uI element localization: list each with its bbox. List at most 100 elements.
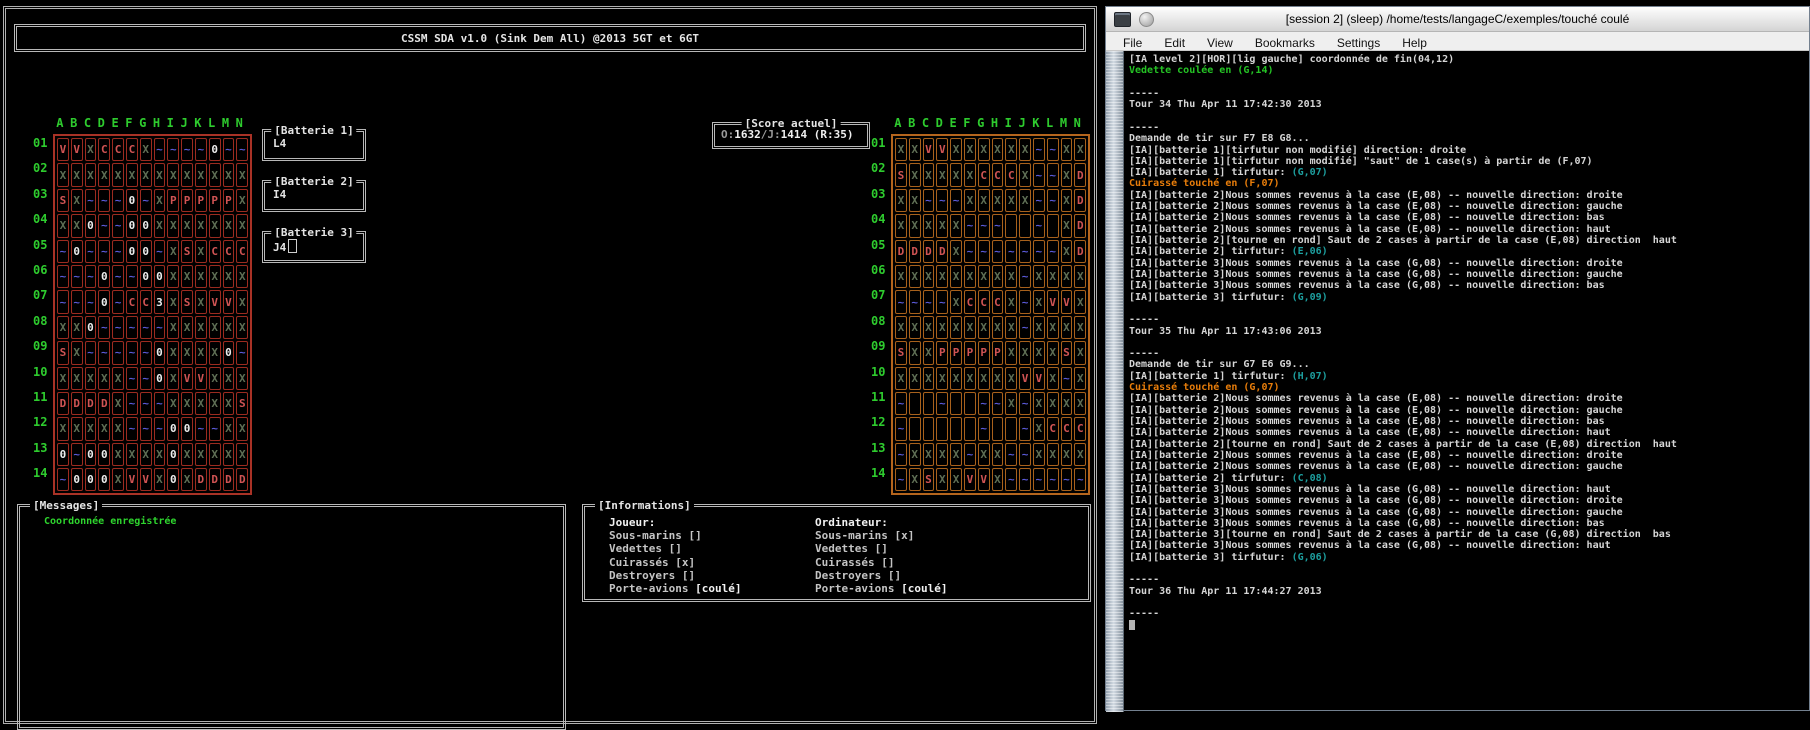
grid-cell: ~ [1005, 443, 1017, 466]
grid-cell: X [1074, 341, 1086, 364]
grid-cell: ~ [895, 443, 907, 466]
grid-cell: X [181, 214, 193, 237]
column-header: C [81, 113, 95, 134]
grid-cell: X [223, 214, 235, 237]
grid-cell: 0 [140, 240, 152, 263]
grid-cell: X [112, 417, 124, 440]
grid-cell: X [223, 265, 235, 288]
grid-cell: X [936, 468, 948, 491]
grid-cell: C [1061, 417, 1073, 440]
menu-help[interactable]: Help [1391, 35, 1438, 50]
grid-cell: ~ [126, 341, 138, 364]
grid-cell: X [895, 138, 907, 161]
score-box-label: [Score actuel] [742, 117, 841, 130]
terminal-line: [IA][batterie 1][tirfutur non modifié] d… [1129, 145, 1809, 156]
menu-view[interactable]: View [1196, 35, 1244, 50]
grid-cell: X [209, 163, 221, 186]
grid-cell: X [236, 417, 248, 440]
grid-cell: X [140, 138, 152, 161]
row-header: 02 [871, 161, 891, 186]
grid-cell: X [1033, 417, 1045, 440]
grid-cell: D [85, 392, 97, 415]
row-header: 01 [33, 136, 53, 161]
terminal-output[interactable]: [IA level 2][HOR][lig gauche] coordonnée… [1124, 51, 1809, 712]
row-header: 12 [871, 415, 891, 440]
grid-cell: X [978, 138, 990, 161]
terminal-line: [IA][batterie 2] tirfutur: (C,08) [1129, 473, 1809, 484]
menu-settings[interactable]: Settings [1326, 35, 1391, 50]
grid-cell: 0 [98, 468, 110, 491]
batterie-input-2[interactable]: [Batterie 2]I4 [262, 180, 366, 212]
grid-cell: X [71, 189, 83, 212]
grid-cell: X [909, 316, 921, 339]
ship-status-row: Vedettes [] [609, 542, 815, 555]
grid-cell: V [978, 468, 990, 491]
grid-cell: ~ [181, 138, 193, 161]
batterie-input-1[interactable]: [Batterie 1]L4 [262, 129, 366, 161]
terminal-line: Demande de tir sur F7 E8 G8... [1129, 133, 1809, 144]
grid-cell: X [126, 443, 138, 466]
grid-cell: X [167, 367, 179, 390]
row-header: 10 [871, 365, 891, 390]
batterie-input-3[interactable]: [Batterie 3]J4 [262, 231, 366, 263]
grid-cell: X [936, 265, 948, 288]
grid-cell: ~ [950, 189, 962, 212]
grid-cell: X [195, 240, 207, 263]
row-header: 05 [871, 238, 891, 263]
grid-cell: X [1019, 138, 1031, 161]
grid-cell: X [1074, 392, 1086, 415]
grid-cell: X [1019, 341, 1031, 364]
grid-cell: D [936, 240, 948, 263]
grid-cell: ~ [112, 316, 124, 339]
terminal-line: [IA][batterie 2]Nous sommes revenus à la… [1129, 201, 1809, 212]
grid-cell: X [236, 367, 248, 390]
terminal-line: [IA][batterie 3]Nous sommes revenus à la… [1129, 540, 1809, 551]
column-header: D [932, 113, 946, 134]
column-header: M [1057, 113, 1071, 134]
grid-cell: X [195, 214, 207, 237]
grid-cell: X [950, 214, 962, 237]
row-header: 07 [33, 288, 53, 313]
grid-cell: X [895, 265, 907, 288]
window-button[interactable] [1139, 12, 1154, 27]
menu-bookmarks[interactable]: Bookmarks [1244, 35, 1326, 50]
grid-cell: S [181, 240, 193, 263]
grid-cell: X [167, 316, 179, 339]
menu-edit[interactable]: Edit [1153, 35, 1196, 50]
column-header: H [988, 113, 1002, 134]
terminal-line: [IA][batterie 2][tourne en rond] Saut de… [1129, 439, 1809, 450]
grid-cell: X [978, 443, 990, 466]
menu-file[interactable]: File [1112, 35, 1153, 50]
grid-cell: X [1019, 163, 1031, 186]
terminal-line: [IA][batterie 2]Nous sommes revenus à la… [1129, 427, 1809, 438]
grid-cell: ~ [978, 417, 990, 440]
grid-cell: D [98, 392, 110, 415]
grid-cell: X [195, 443, 207, 466]
scrollbar[interactable] [1106, 51, 1124, 712]
terminal-line: ----- [1129, 608, 1809, 619]
grid-cell: X [195, 316, 207, 339]
grid-cell: X [181, 163, 193, 186]
grid-cell: X [236, 316, 248, 339]
grid-cell: X [1047, 265, 1059, 288]
grid-cell: V [209, 290, 221, 313]
column-header: K [191, 113, 205, 134]
grid-cell: ~ [978, 240, 990, 263]
grid-cell: P [936, 341, 948, 364]
grid-cell: X [909, 367, 921, 390]
grid-cell: X [236, 265, 248, 288]
grid-cell: X [140, 163, 152, 186]
grid-cell: ~ [1019, 392, 1031, 415]
grid-cell: V [1019, 367, 1031, 390]
grid-cell: ~ [167, 138, 179, 161]
grid-cell: X [895, 189, 907, 212]
column-header: G [136, 113, 150, 134]
grid-cell: X [167, 392, 179, 415]
grid-cell: ~ [71, 265, 83, 288]
grid-cell: ~ [71, 290, 83, 313]
row-header: 08 [33, 314, 53, 339]
grid-cell: C [978, 290, 990, 313]
window-titlebar[interactable]: [session 2] (sleep) /home/tests/langageC… [1106, 7, 1809, 32]
terminal-line: Cuirassé touché en (G,07) [1129, 382, 1809, 393]
grid-cell: X [167, 290, 179, 313]
